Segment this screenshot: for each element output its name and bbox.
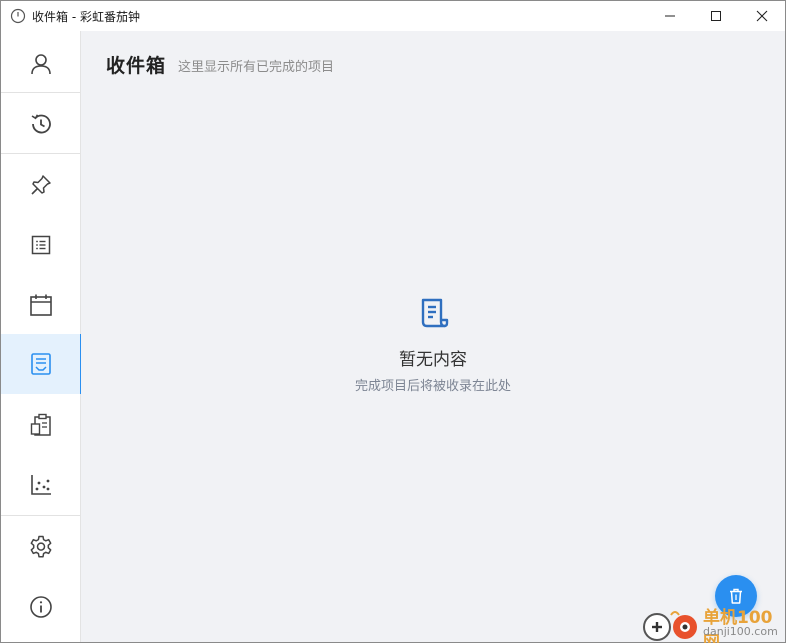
close-button[interactable] <box>739 1 785 31</box>
sidebar-divider <box>1 515 80 516</box>
minimize-icon <box>665 15 675 17</box>
maximize-icon <box>711 11 721 21</box>
document-icon <box>416 296 452 332</box>
sidebar-item-task-list[interactable] <box>1 215 81 275</box>
sidebar-item-history[interactable] <box>1 94 81 154</box>
sidebar-item-profile[interactable] <box>1 34 81 94</box>
sidebar-item-about[interactable] <box>1 577 81 637</box>
watermark-url: danji100.com <box>703 625 778 638</box>
empty-state-title: 暂无内容 <box>399 350 467 370</box>
app-clock-icon <box>10 8 26 24</box>
close-icon <box>756 10 768 22</box>
empty-state-subtitle: 完成项目后将被收录在此处 <box>354 379 511 394</box>
inbox-icon <box>31 353 51 375</box>
minimize-button[interactable] <box>647 1 693 31</box>
app-window: 收件箱 - 彩虹番茄钟 收件箱 这里显示所有已完成的项目 暂无内容 完成项目后将… <box>0 0 786 643</box>
sidebar-item-clipboard[interactable] <box>1 395 81 455</box>
sidebar-divider <box>1 92 80 93</box>
window-controls <box>647 1 785 31</box>
sidebar-item-calendar[interactable] <box>1 275 81 335</box>
scatter-chart-icon <box>31 475 51 495</box>
page-subtitle: 这里显示所有已完成的项目 <box>178 60 335 75</box>
title-bar[interactable]: 收件箱 - 彩虹番茄钟 <box>1 1 785 31</box>
sidebar <box>1 31 82 642</box>
sidebar-item-statistics[interactable] <box>1 455 81 515</box>
user-icon <box>31 54 51 75</box>
sidebar-item-settings[interactable] <box>1 517 81 577</box>
history-clock-icon <box>31 114 51 134</box>
sidebar-item-inbox[interactable] <box>1 334 82 394</box>
page-title: 收件箱 <box>106 55 167 77</box>
maximize-button[interactable] <box>693 1 739 31</box>
watermark-logo-icon <box>643 611 697 641</box>
pin-icon <box>31 175 51 195</box>
site-watermark: 单机100网 danji100.com <box>637 603 785 643</box>
gear-icon <box>30 535 52 558</box>
info-icon <box>30 596 52 618</box>
calendar-icon <box>30 294 52 316</box>
sidebar-item-pinned[interactable] <box>1 155 81 215</box>
list-icon <box>31 235 51 255</box>
window-title: 收件箱 - 彩虹番茄钟 <box>32 9 140 24</box>
main-content: 收件箱 这里显示所有已完成的项目 暂无内容 完成项目后将被收录在此处 <box>81 31 785 642</box>
sidebar-divider <box>1 153 80 154</box>
clipboard-icon <box>30 413 51 436</box>
